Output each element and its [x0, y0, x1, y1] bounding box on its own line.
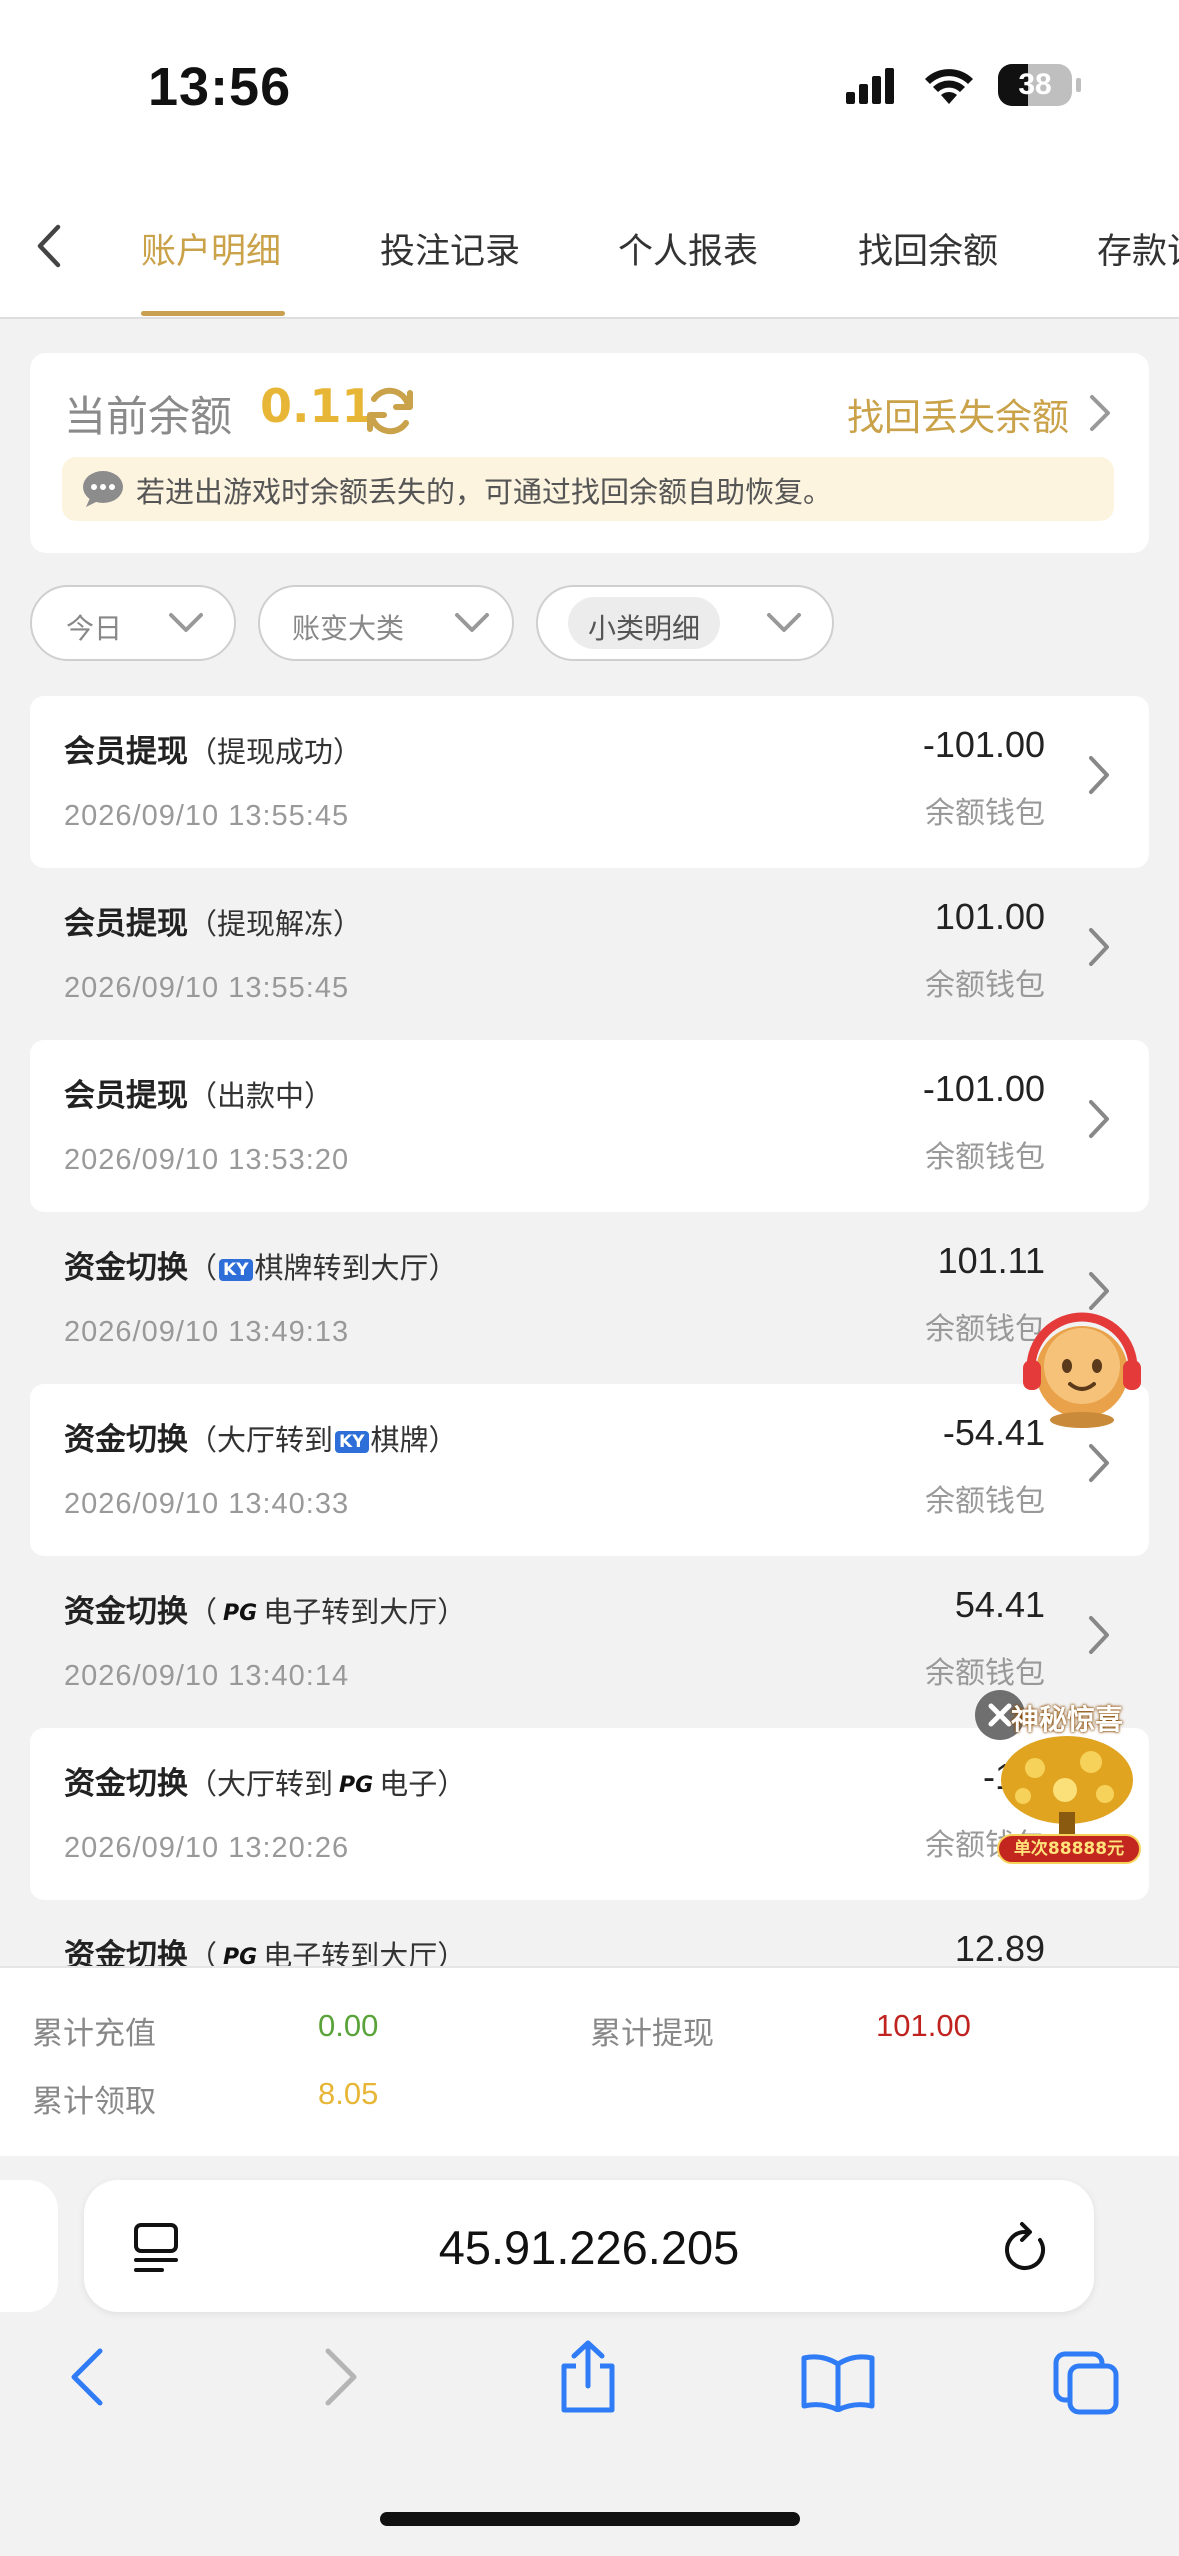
address-bar[interactable]: 45.91.226.205	[84, 2180, 1094, 2312]
chevron-down-icon	[169, 613, 203, 632]
list-item[interactable]: 资金切换（ PG 电子转到大厅） 12.89	[30, 1900, 1149, 1966]
filter-subcategory-label: 小类明细	[588, 612, 701, 645]
tab-deposit-records[interactable]: 存款记	[1097, 223, 1179, 274]
chevron-down-icon	[767, 613, 801, 632]
home-indicator	[380, 2512, 800, 2526]
status-time: 13:56	[148, 57, 292, 117]
url-text: 45.91.226.205	[438, 2221, 740, 2274]
tab-recover-balance[interactable]: 找回余额	[858, 223, 998, 274]
filter-date[interactable]: 今日	[30, 585, 236, 661]
record-title: 资金切换（ PG 电子转到大厅）	[64, 1594, 467, 1630]
record-time: 2026/09/10 13:40:33	[64, 1488, 350, 1520]
record-title: 资金切换（ PG 电子转到大厅）	[64, 1930, 466, 1966]
money-tree-icon	[1001, 1736, 1133, 1840]
back-icon[interactable]	[64, 2345, 110, 2409]
total-withdraw-value: 101.00	[876, 2008, 971, 2043]
bookmarks-icon[interactable]	[800, 2352, 876, 2412]
ky-game-icon: KY	[335, 1430, 369, 1453]
list-item[interactable]: 资金切换（大厅转到 KY 棋牌） 2026/09/10 13:40:33 -54.4…	[30, 1384, 1149, 1556]
filter-date-label: 今日	[66, 612, 123, 645]
tabs-icon[interactable]	[1052, 2350, 1122, 2416]
filter-category[interactable]: 账变大类	[258, 585, 514, 661]
tab-personal-report[interactable]: 个人报表	[618, 223, 758, 274]
share-icon[interactable]	[556, 2340, 620, 2416]
record-amount: 54.41	[954, 1584, 1045, 1625]
battery-icon: 38	[998, 64, 1072, 106]
balance-card: 当前余额 0.11 找回丢失余额 若进出游戏时余额丢失的，可通过找回余额自助恢复…	[30, 353, 1149, 553]
record-title: 资金切换（大厅转到 PG 电子）	[64, 1766, 467, 1802]
record-time: 2026/09/10 13:55:45	[64, 800, 350, 832]
forward-icon[interactable]	[318, 2345, 364, 2409]
record-time: 2026/09/10 13:40:14	[64, 1660, 350, 1692]
total-recharge-label: 累计充值	[32, 2016, 156, 2052]
wifi-icon	[925, 69, 973, 104]
status-bar: 13:56 38	[0, 0, 1179, 175]
notice-text: 若进出游戏时余额丢失的，可通过找回余额自助恢复。	[136, 475, 833, 509]
tab-account-detail[interactable]: 账户明细	[141, 223, 281, 274]
chevron-right-icon	[1089, 1616, 1109, 1654]
total-withdraw-label: 累计提现	[590, 2016, 714, 2052]
reload-icon[interactable]	[1000, 2220, 1052, 2276]
record-time: 2026/09/10 13:20:26	[64, 1832, 350, 1864]
record-wallet: 余额钱包	[925, 796, 1045, 831]
record-title: 资金切换（ KY 棋牌转到大厅）	[64, 1250, 458, 1286]
record-wallet: 余额钱包	[925, 1140, 1045, 1175]
pg-game-icon: PG	[223, 1601, 258, 1626]
record-wallet: 余额钱包	[925, 1484, 1045, 1519]
promo-floating[interactable]: 神秘惊喜 单次88888元	[975, 1690, 1145, 1870]
message-bubble-icon	[83, 471, 123, 507]
chevron-right-icon[interactable]	[1088, 393, 1112, 433]
promo-subtitle: 单次88888元	[997, 1834, 1141, 1864]
battery-level: 38	[1018, 68, 1052, 101]
balance-label: 当前余额	[64, 392, 233, 441]
record-amount: -101.00	[922, 724, 1045, 765]
record-title: 资金切换（大厅转到 KY 棋牌）	[64, 1422, 458, 1458]
chevron-right-icon	[1089, 1444, 1109, 1482]
tab-active-indicator	[141, 311, 285, 316]
back-chevron-icon[interactable]	[34, 223, 64, 269]
record-title: 会员提现（提现解冻）	[64, 906, 363, 942]
list-item[interactable]: 资金切换（ KY 棋牌转到大厅） 2026/09/10 13:49:13 101.1…	[30, 1212, 1149, 1384]
tab-bet-records[interactable]: 投注记录	[380, 223, 520, 274]
summary-panel: 累计充值 0.00 累计提现 101.00 累计领取 8.05	[0, 1966, 1179, 2158]
recover-lost-balance-link[interactable]: 找回丢失余额	[847, 387, 1069, 441]
balance-notice: 若进出游戏时余额丢失的，可通过找回余额自助恢复。	[62, 457, 1114, 521]
chevron-right-icon	[1089, 1100, 1109, 1138]
mascot-headset-icon	[1023, 1312, 1141, 1428]
record-time: 2026/09/10 13:49:13	[64, 1316, 350, 1348]
record-time: 2026/09/10 13:55:45	[64, 972, 350, 1004]
total-claim-value: 8.05	[318, 2076, 379, 2111]
total-recharge-value: 0.00	[318, 2008, 379, 2043]
record-amount: 101.00	[934, 896, 1045, 937]
cellular-signal-icon	[846, 68, 894, 104]
record-time: 2026/09/10 13:53:20	[64, 1144, 350, 1176]
balance-value: 0.11	[260, 379, 374, 433]
ky-game-icon: KY	[219, 1258, 253, 1281]
chevron-right-icon	[1089, 756, 1109, 794]
filter-category-label: 账变大类	[292, 612, 405, 645]
chevron-down-icon	[455, 613, 489, 632]
chevron-right-icon	[1089, 928, 1109, 966]
tab-bar: 账户明细 投注记录 个人报表 找回余额 存款记	[0, 175, 1179, 319]
record-wallet: 余额钱包	[925, 968, 1045, 1003]
previous-tab-peek[interactable]	[0, 2180, 58, 2312]
filter-subcategory[interactable]: 小类明细	[536, 585, 834, 661]
refresh-icon[interactable]	[362, 383, 418, 439]
record-amount: 101.11	[937, 1240, 1045, 1281]
record-wallet: 余额钱包	[925, 1656, 1045, 1691]
list-item[interactable]: 会员提现（出款中） 2026/09/10 13:53:20 -101.00 余额…	[30, 1040, 1149, 1212]
total-claim-label: 累计领取	[32, 2084, 156, 2120]
customer-service-button[interactable]	[1015, 1300, 1149, 1434]
list-item[interactable]: 会员提现（提现解冻） 2026/09/10 13:55:45 101.00 余额…	[30, 868, 1149, 1040]
pg-game-icon: PG	[223, 1945, 258, 1966]
record-amount: 12.89	[954, 1928, 1045, 1966]
record-title: 会员提现（出款中）	[64, 1078, 334, 1114]
record-title: 会员提现（提现成功）	[64, 734, 363, 770]
pg-game-icon: PG	[339, 1773, 374, 1798]
battery-tip	[1076, 78, 1081, 92]
list-item[interactable]: 会员提现（提现成功） 2026/09/10 13:55:45 -101.00 余…	[30, 696, 1149, 868]
record-amount: -101.00	[922, 1068, 1045, 1109]
